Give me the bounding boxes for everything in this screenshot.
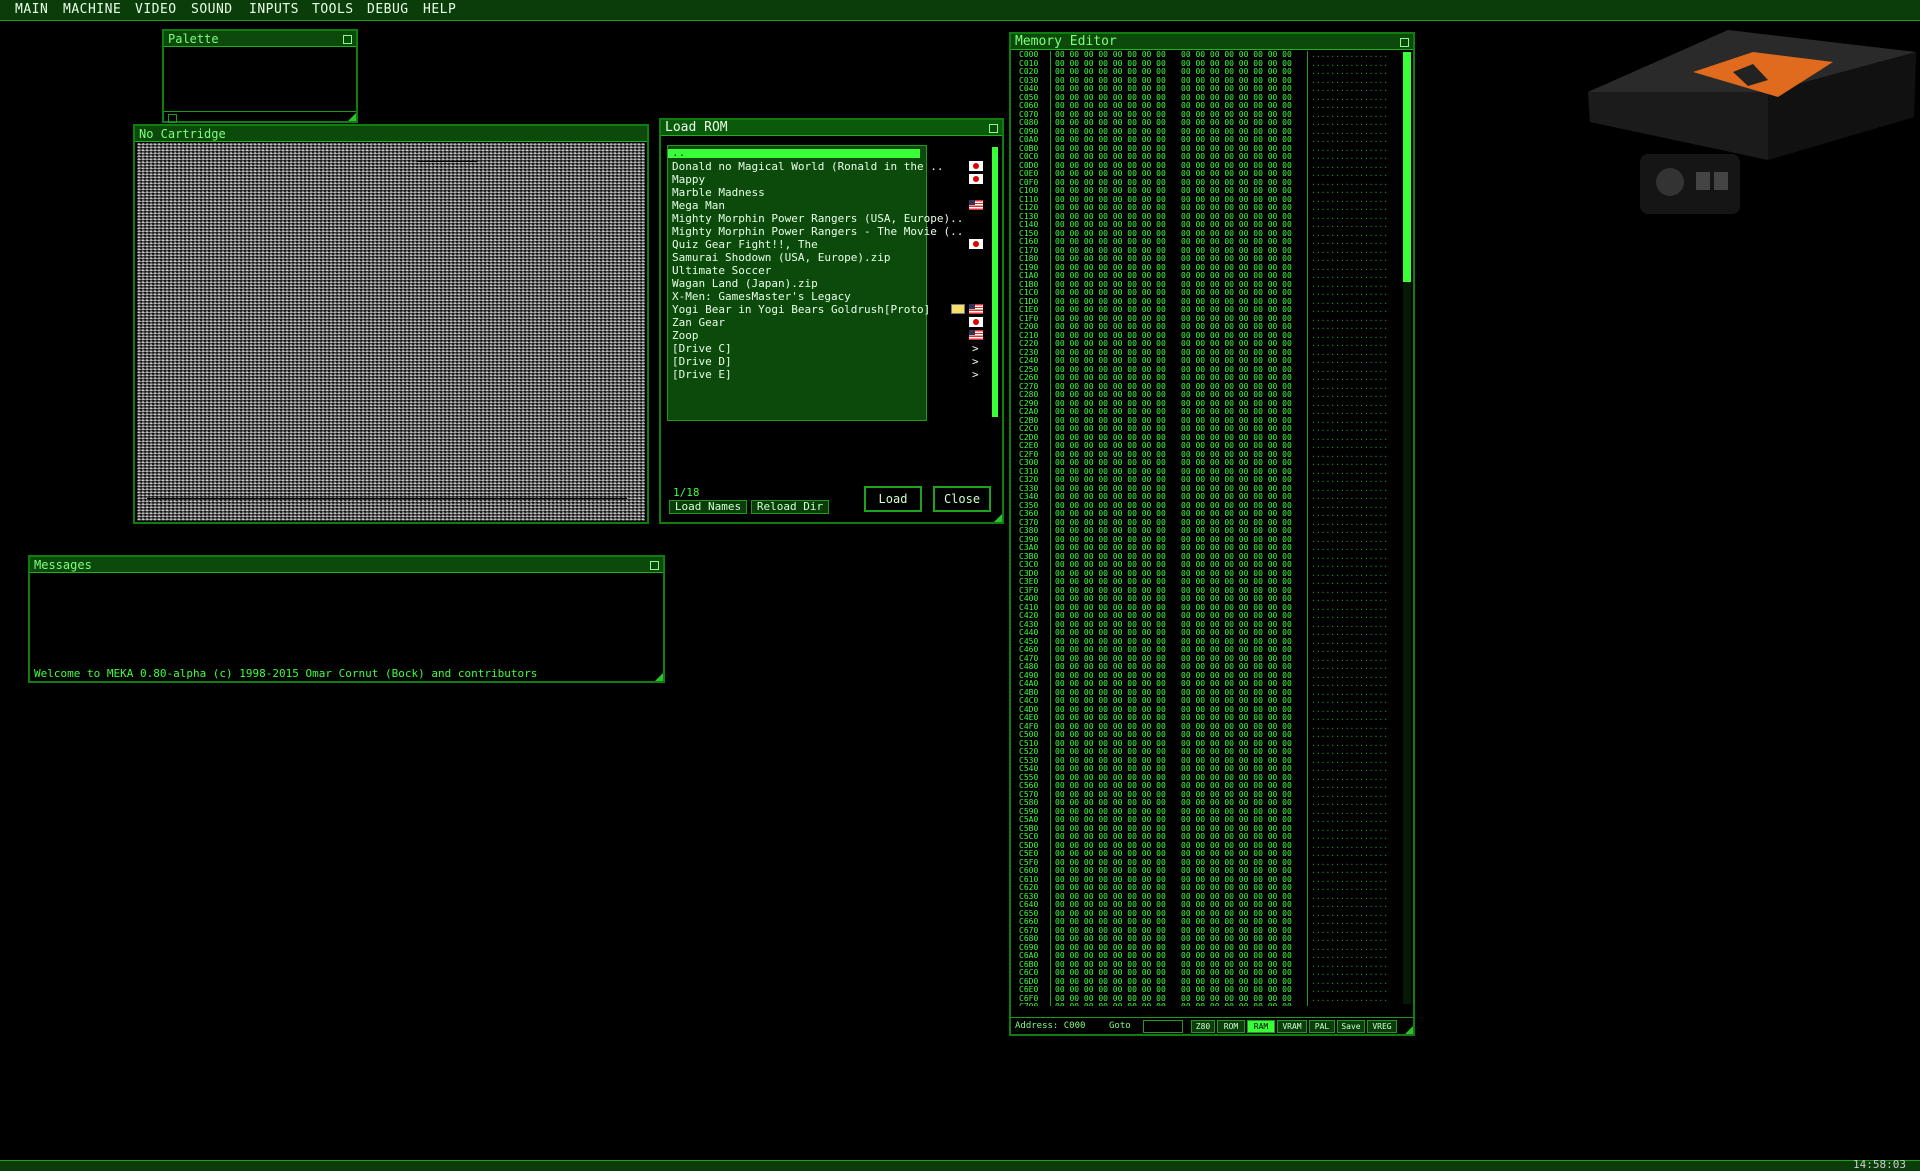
rom-item[interactable]: Zan Gear bbox=[672, 316, 725, 329]
vram-button[interactable]: VRAM bbox=[1277, 1020, 1307, 1033]
memory-editor-close-icon[interactable] bbox=[1400, 38, 1409, 47]
game-window: No Cartridge bbox=[133, 124, 649, 524]
japan-flag-icon bbox=[969, 317, 983, 327]
palette-close-icon[interactable] bbox=[343, 35, 352, 44]
messages-window: Messages Welcome to MEKA 0.80-alpha (c) … bbox=[28, 555, 665, 683]
japan-flag-icon bbox=[969, 239, 983, 249]
palette-window: Palette bbox=[162, 29, 358, 123]
load-rom-close-icon[interactable] bbox=[989, 124, 998, 133]
rom-item[interactable]: Donald no Magical World (Ronald in the .… bbox=[672, 160, 944, 173]
rom-parent-dir[interactable]: .. bbox=[672, 146, 685, 159]
clock: 14:58:03 bbox=[1853, 1158, 1906, 1171]
drive-item[interactable]: [Drive D] bbox=[672, 355, 732, 368]
rom-counter: 1/18 bbox=[673, 486, 700, 499]
master-system-console-image bbox=[1588, 30, 1916, 214]
load-rom-window: Load ROM .. Donald no Magical World (Ron… bbox=[659, 118, 1004, 524]
controller-button bbox=[1714, 172, 1728, 190]
static-noise-screen bbox=[137, 143, 645, 521]
messages-title[interactable]: Messages bbox=[30, 557, 663, 573]
usa-flag-icon bbox=[969, 304, 983, 314]
rom-item[interactable]: Wagan Land (Japan).zip bbox=[672, 277, 818, 290]
memory-scrollbar-thumb[interactable] bbox=[1403, 52, 1411, 282]
usa-flag-icon bbox=[969, 330, 983, 340]
memory-divider bbox=[1050, 51, 1051, 1006]
memory-editor-footer: Address: C000 Goto Z80 ROM RAM VRAM PAL … bbox=[1011, 1017, 1413, 1034]
rom-item[interactable]: Mighty Morphin Power Rangers - The Movie… bbox=[672, 225, 963, 238]
load-rom-resize-handle[interactable] bbox=[994, 514, 1002, 522]
usa-flag-icon bbox=[969, 200, 983, 210]
menu-help[interactable]: HELP bbox=[423, 2, 456, 17]
goto-label: Goto bbox=[1109, 1021, 1131, 1031]
rom-item[interactable]: Yogi Bear in Yogi Bears Goldrush[Proto] bbox=[672, 303, 930, 316]
memory-hex-column-right[interactable]: 00 00 00 00 00 00 00 00 00 00 00 00 00 0… bbox=[1181, 51, 1303, 1006]
load-button[interactable]: Load bbox=[864, 486, 922, 512]
rom-item[interactable]: Ultimate Soccer bbox=[672, 264, 771, 277]
rom-item[interactable]: Quiz Gear Fight!!, The bbox=[672, 238, 818, 251]
rom-item[interactable]: Mighty Morphin Power Rangers (USA, Europ… bbox=[672, 212, 963, 225]
welcome-message: Welcome to MEKA 0.80-alpha (c) 1998-2015… bbox=[34, 667, 538, 680]
controller-dpad bbox=[1656, 168, 1684, 196]
palette-divider bbox=[164, 111, 356, 112]
menu-sound[interactable]: SOUND bbox=[191, 2, 233, 17]
menu-debug[interactable]: DEBUG bbox=[367, 2, 409, 17]
load-rom-title[interactable]: Load ROM bbox=[661, 120, 1002, 136]
load-names-button[interactable]: Load Names bbox=[669, 500, 747, 514]
menu-bar: MAIN MACHINE VIDEO SOUND INPUTS TOOLS DE… bbox=[0, 0, 1920, 21]
status-bar: 14:58:03 bbox=[0, 1158, 1920, 1171]
palette-title[interactable]: Palette bbox=[164, 31, 356, 47]
z80-button[interactable]: Z80 bbox=[1191, 1020, 1215, 1033]
japan-flag-icon bbox=[969, 174, 983, 184]
noise-line bbox=[147, 498, 627, 499]
memory-address-column: C000 C010 C020 C030 C040 C050 C060 C070 … bbox=[1019, 51, 1039, 1006]
menu-video[interactable]: VIDEO bbox=[135, 2, 177, 17]
vreg-button[interactable]: VREG bbox=[1367, 1020, 1397, 1033]
menu-tools[interactable]: TOOLS bbox=[312, 2, 354, 17]
memory-divider bbox=[1307, 51, 1308, 1006]
rom-item[interactable]: Marble Madness bbox=[672, 186, 765, 199]
drive-item[interactable]: [Drive E] bbox=[672, 368, 732, 381]
memory-editor-window: Memory Editor C000 C010 C020 C030 C040 C… bbox=[1009, 32, 1415, 1036]
memory-editor-title[interactable]: Memory Editor bbox=[1011, 34, 1413, 50]
messages-close-icon[interactable] bbox=[650, 561, 659, 570]
palette-checkbox[interactable] bbox=[168, 114, 177, 123]
rom-item[interactable]: X-Men: GamesMaster's Legacy bbox=[672, 290, 851, 303]
address-readout: Address: C000 bbox=[1015, 1021, 1086, 1031]
ram-button[interactable]: RAM bbox=[1247, 1020, 1275, 1033]
memory-hex-column-left[interactable]: 00 00 00 00 00 00 00 00 00 00 00 00 00 0… bbox=[1055, 51, 1177, 1006]
menu-inputs[interactable]: INPUTS bbox=[249, 2, 299, 17]
rom-item[interactable]: Mappy bbox=[672, 173, 705, 186]
menu-main[interactable]: MAIN bbox=[15, 2, 48, 17]
brazil-flag-icon bbox=[951, 304, 965, 314]
controller-button bbox=[1696, 172, 1710, 190]
chevron-right-icon: > bbox=[972, 355, 979, 368]
close-button[interactable]: Close bbox=[933, 486, 991, 512]
rom-file-list[interactable]: .. Donald no Magical World (Ronald in th… bbox=[667, 145, 983, 421]
noise-line bbox=[417, 161, 477, 162]
goto-input[interactable] bbox=[1143, 1020, 1183, 1033]
pal-button[interactable]: PAL bbox=[1309, 1020, 1335, 1033]
rom-button[interactable]: ROM bbox=[1217, 1020, 1245, 1033]
memory-scroll-track[interactable] bbox=[1403, 52, 1411, 1004]
japan-flag-icon bbox=[969, 161, 983, 171]
drive-item[interactable]: [Drive C] bbox=[672, 342, 732, 355]
rom-list-scrollbar[interactable] bbox=[992, 147, 998, 417]
reload-dir-button[interactable]: Reload Dir bbox=[751, 500, 829, 514]
messages-resize-handle[interactable] bbox=[655, 673, 663, 681]
rom-item[interactable]: Samurai Shodown (USA, Europe).zip bbox=[672, 251, 891, 264]
menu-machine[interactable]: MACHINE bbox=[63, 2, 121, 17]
game-title[interactable]: No Cartridge bbox=[135, 126, 647, 142]
chevron-right-icon: > bbox=[972, 342, 979, 355]
save-button[interactable]: Save bbox=[1337, 1020, 1365, 1033]
palette-resize-handle[interactable] bbox=[348, 113, 356, 121]
chevron-right-icon: > bbox=[972, 368, 979, 381]
rom-selected-row[interactable] bbox=[668, 149, 920, 158]
rom-item[interactable]: Mega Man bbox=[672, 199, 725, 212]
memory-ascii-column: ................ ................ ......… bbox=[1311, 51, 1389, 1006]
memory-editor-resize-handle[interactable] bbox=[1405, 1026, 1413, 1034]
rom-item[interactable]: Zoop bbox=[672, 329, 699, 342]
